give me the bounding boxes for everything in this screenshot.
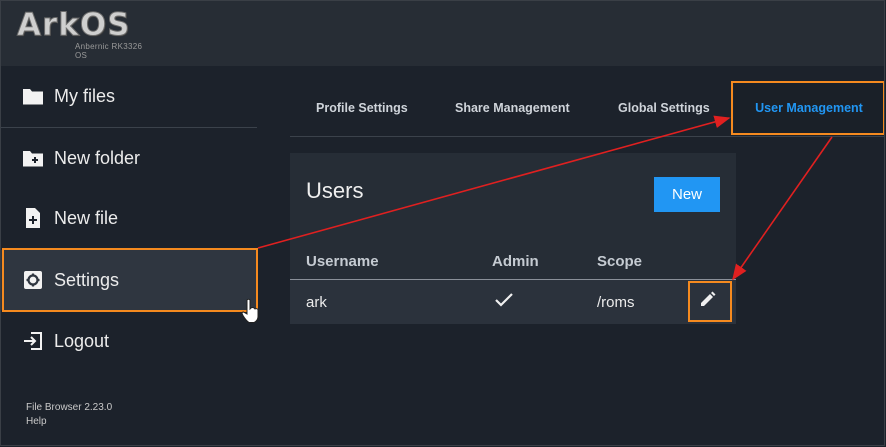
edit-user-button[interactable] (690, 285, 726, 317)
sidebar-item-label: New file (54, 207, 119, 228)
file-browser-window: ArkOS Anbernic RK3326 OS My files New fo… (0, 0, 885, 446)
hand-cursor-icon (242, 298, 259, 323)
gear-icon (22, 269, 44, 291)
cell-username: ark (306, 294, 327, 311)
folder-plus-icon (22, 147, 44, 169)
logout-icon (22, 330, 44, 352)
sidebar-item-settings[interactable]: Settings (1, 250, 257, 310)
tab-profile-settings[interactable]: Profile Settings (316, 81, 408, 135)
users-card: Users New Username Admin Scope ark /roms (290, 153, 736, 324)
sidebar-item-logout[interactable]: Logout (1, 311, 257, 371)
sidebar-item-new-folder[interactable]: New folder (1, 128, 257, 188)
folder-icon (22, 85, 44, 107)
cell-scope: /roms (597, 294, 635, 311)
arrow-to-edit-button (732, 136, 833, 281)
tabs-underline (290, 136, 884, 137)
pencil-icon (698, 289, 718, 314)
sidebar-item-label: New folder (54, 147, 141, 168)
tab-user-management[interactable]: User Management (734, 81, 884, 135)
sidebar: My files New folder New file Settings Lo… (1, 66, 261, 445)
logo-text: ArkOS (17, 7, 131, 44)
sidebar-item-new-file[interactable]: New file (1, 188, 257, 248)
sidebar-item-label: My files (54, 85, 116, 106)
checkmark-icon (494, 292, 514, 312)
settings-tabs: Profile Settings Share Management Global… (290, 81, 884, 137)
tab-share-management[interactable]: Share Management (455, 81, 570, 135)
help-link[interactable]: Help (26, 415, 112, 429)
arkos-logo: ArkOS Anbernic RK3326 OS (17, 7, 147, 61)
top-header: ArkOS Anbernic RK3326 OS (1, 1, 884, 66)
column-header-admin: Admin (492, 253, 539, 270)
sidebar-item-label: Settings (54, 269, 120, 290)
column-header-username: Username (306, 253, 379, 270)
new-user-button[interactable]: New (654, 177, 720, 212)
users-title: Users (306, 178, 364, 203)
version-text: File Browser 2.23.0 (26, 402, 113, 413)
file-plus-icon (22, 207, 44, 229)
sidebar-item-my-files[interactable]: My files (1, 66, 257, 126)
logo-subtitle: Anbernic RK3326 OS (75, 42, 143, 60)
version-info: File Browser 2.23.0 Help (26, 401, 112, 429)
sidebar-item-label: Logout (54, 330, 110, 351)
column-header-scope: Scope (597, 253, 643, 270)
tab-global-settings[interactable]: Global Settings (618, 81, 710, 135)
